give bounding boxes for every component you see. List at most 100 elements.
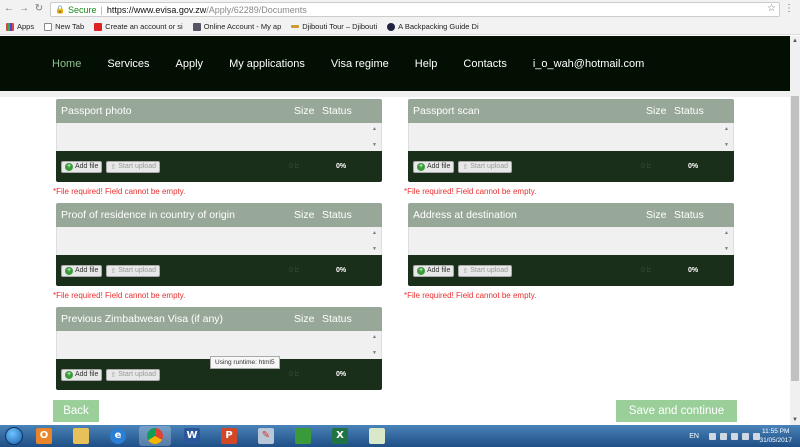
panel-header: Previous Zimbabwean Visa (if any) Size S… [56, 307, 382, 331]
add-file-button[interactable]: + Add file [61, 264, 103, 277]
taskbar-excel[interactable]: X [324, 426, 356, 446]
start-upload-button[interactable]: ⇧ Start upload [458, 264, 512, 277]
upload-panel-previous-visa: Previous Zimbabwean Visa (if any) Size S… [56, 307, 382, 390]
system-clock[interactable]: 11:55 PM 31/05/2017 [759, 427, 792, 445]
save-and-continue-button[interactable]: Save and continue [616, 400, 737, 422]
taskbar-outlook[interactable]: O [28, 426, 60, 446]
nav-visa-regime[interactable]: Visa regime [331, 58, 389, 70]
clock-date: 31/05/2017 [759, 437, 792, 444]
upload-percent: 0% [688, 163, 699, 170]
panel-footer: + Add file ⇧ Start upload 0 b 0% [408, 151, 734, 182]
taskbar-ie[interactable]: e [102, 426, 134, 446]
bookmark-djibouti-tour[interactable]: Djibouti Tour – Djibouti [291, 22, 377, 31]
upload-panel-address-at-destination: Address at destination Size Status ▲ ▼ +… [408, 203, 734, 286]
tray-icon[interactable] [709, 432, 716, 440]
maple-leaf-icon [94, 22, 103, 31]
taskbar-word[interactable]: W [176, 426, 208, 446]
upload-arrow-icon: ⇧ [110, 267, 117, 275]
add-file-button[interactable]: + Add file [413, 160, 455, 173]
bookmark-backpacking-guide[interactable]: A Backpacking Guide Di [387, 22, 479, 31]
file-list[interactable]: ▲ ▼ [408, 227, 734, 255]
nav-my-applications[interactable]: My applications [229, 58, 305, 70]
nav-contacts[interactable]: Contacts [463, 58, 506, 70]
window-grid-icon [295, 428, 311, 444]
list-scroll-down-icon[interactable]: ▼ [372, 246, 377, 252]
language-indicator[interactable]: EN [689, 433, 699, 440]
error-message: *File required! Field cannot be empty. [404, 187, 537, 196]
status-column-header: Status [674, 209, 704, 221]
address-bar[interactable]: 🔒 Secure | https://www.evisa.gov.zw/Appl… [50, 2, 780, 17]
bookmark-apps[interactable]: Apps [6, 22, 34, 31]
browser-menu-icon[interactable]: ⋮ [784, 3, 794, 14]
file-list[interactable]: ▲ ▼ [56, 331, 382, 359]
back-button[interactable]: Back [53, 400, 99, 422]
content-top-edge [0, 91, 790, 97]
error-message: *File required! Field cannot be empty. [404, 291, 537, 300]
crest-icon [192, 22, 201, 31]
bookmark-star-icon[interactable]: ☆ [767, 3, 776, 14]
file-list[interactable]: ▲ ▼ [408, 123, 734, 151]
nav-apply[interactable]: Apply [176, 58, 204, 70]
back-arrow-icon[interactable]: ← [3, 3, 15, 14]
folder-icon [73, 428, 89, 444]
start-upload-button[interactable]: ⇧ Start upload [106, 160, 160, 173]
tray-icon[interactable] [731, 432, 738, 440]
nav-services[interactable]: Services [107, 58, 149, 70]
scroll-up-icon[interactable]: ▲ [790, 38, 800, 44]
upload-panel-passport-scan: Passport scan Size Status ▲ ▼ + Add file … [408, 99, 734, 182]
add-file-button[interactable]: + Add file [61, 368, 103, 381]
list-scroll-down-icon[interactable]: ▼ [724, 246, 729, 252]
scrollbar-thumb[interactable] [791, 96, 799, 381]
taskbar-window[interactable] [361, 426, 393, 446]
list-scroll-up-icon[interactable]: ▲ [372, 230, 377, 236]
list-scroll-up-icon[interactable]: ▲ [724, 230, 729, 236]
nav-home[interactable]: Home [52, 58, 81, 70]
size-column-header: Size [294, 313, 315, 325]
panel-header: Passport photo Size Status [56, 99, 382, 123]
list-scroll-up-icon[interactable]: ▲ [372, 334, 377, 340]
list-scroll-down-icon[interactable]: ▼ [372, 350, 377, 356]
taskbar-chrome[interactable] [139, 426, 171, 446]
bookmark-new-tab[interactable]: New Tab [44, 22, 84, 31]
bookmark-create-account[interactable]: Create an account or si [94, 22, 183, 31]
total-size: 0 b [289, 267, 299, 274]
tray-icon[interactable] [720, 432, 727, 440]
url-separator: | [100, 4, 103, 15]
plus-icon: + [65, 266, 73, 275]
list-scroll-up-icon[interactable]: ▲ [724, 126, 729, 132]
add-file-button[interactable]: + Add file [413, 264, 455, 277]
list-scroll-down-icon[interactable]: ▼ [372, 142, 377, 148]
panel-title: Proof of residence in country of origin [61, 209, 235, 221]
bookmark-online-account[interactable]: Online Account - My ap [192, 22, 281, 31]
chrome-icon [147, 428, 163, 444]
file-list[interactable]: ▲ ▼ [56, 227, 382, 255]
system-tray: EN [689, 425, 760, 447]
paint-icon: ✎ [258, 428, 274, 444]
start-upload-button[interactable]: ⇧ Start upload [106, 368, 160, 381]
url-path: /Apply/62289/Documents [206, 4, 307, 15]
globe-icon [387, 22, 396, 31]
network-icon[interactable] [742, 432, 749, 440]
upload-percent: 0% [336, 163, 347, 170]
add-file-button[interactable]: + Add file [61, 160, 103, 173]
taskbar-explorer[interactable] [65, 426, 97, 446]
size-column-header: Size [294, 105, 315, 117]
page-scrollbar[interactable]: ▲ ▼ [790, 36, 800, 425]
apps-grid-icon [6, 22, 14, 31]
taskbar-folder[interactable] [287, 426, 319, 446]
taskbar-paint[interactable]: ✎ [250, 426, 282, 446]
list-scroll-up-icon[interactable]: ▲ [372, 126, 377, 132]
file-list[interactable]: ▲ ▼ [56, 123, 382, 151]
total-size: 0 b [289, 163, 299, 170]
start-upload-button[interactable]: ⇧ Start upload [458, 160, 512, 173]
start-upload-button[interactable]: ⇧ Start upload [106, 264, 160, 277]
size-column-header: Size [646, 105, 667, 117]
scroll-down-icon[interactable]: ▼ [790, 417, 800, 423]
forward-arrow-icon[interactable]: → [18, 3, 30, 14]
nav-user-account[interactable]: i_o_wah@hotmail.com [533, 58, 644, 70]
reload-icon[interactable]: ↻ [33, 3, 45, 14]
nav-help[interactable]: Help [415, 58, 438, 70]
list-scroll-down-icon[interactable]: ▼ [724, 142, 729, 148]
taskbar-powerpoint[interactable]: P [213, 426, 245, 446]
start-button[interactable] [0, 425, 28, 447]
